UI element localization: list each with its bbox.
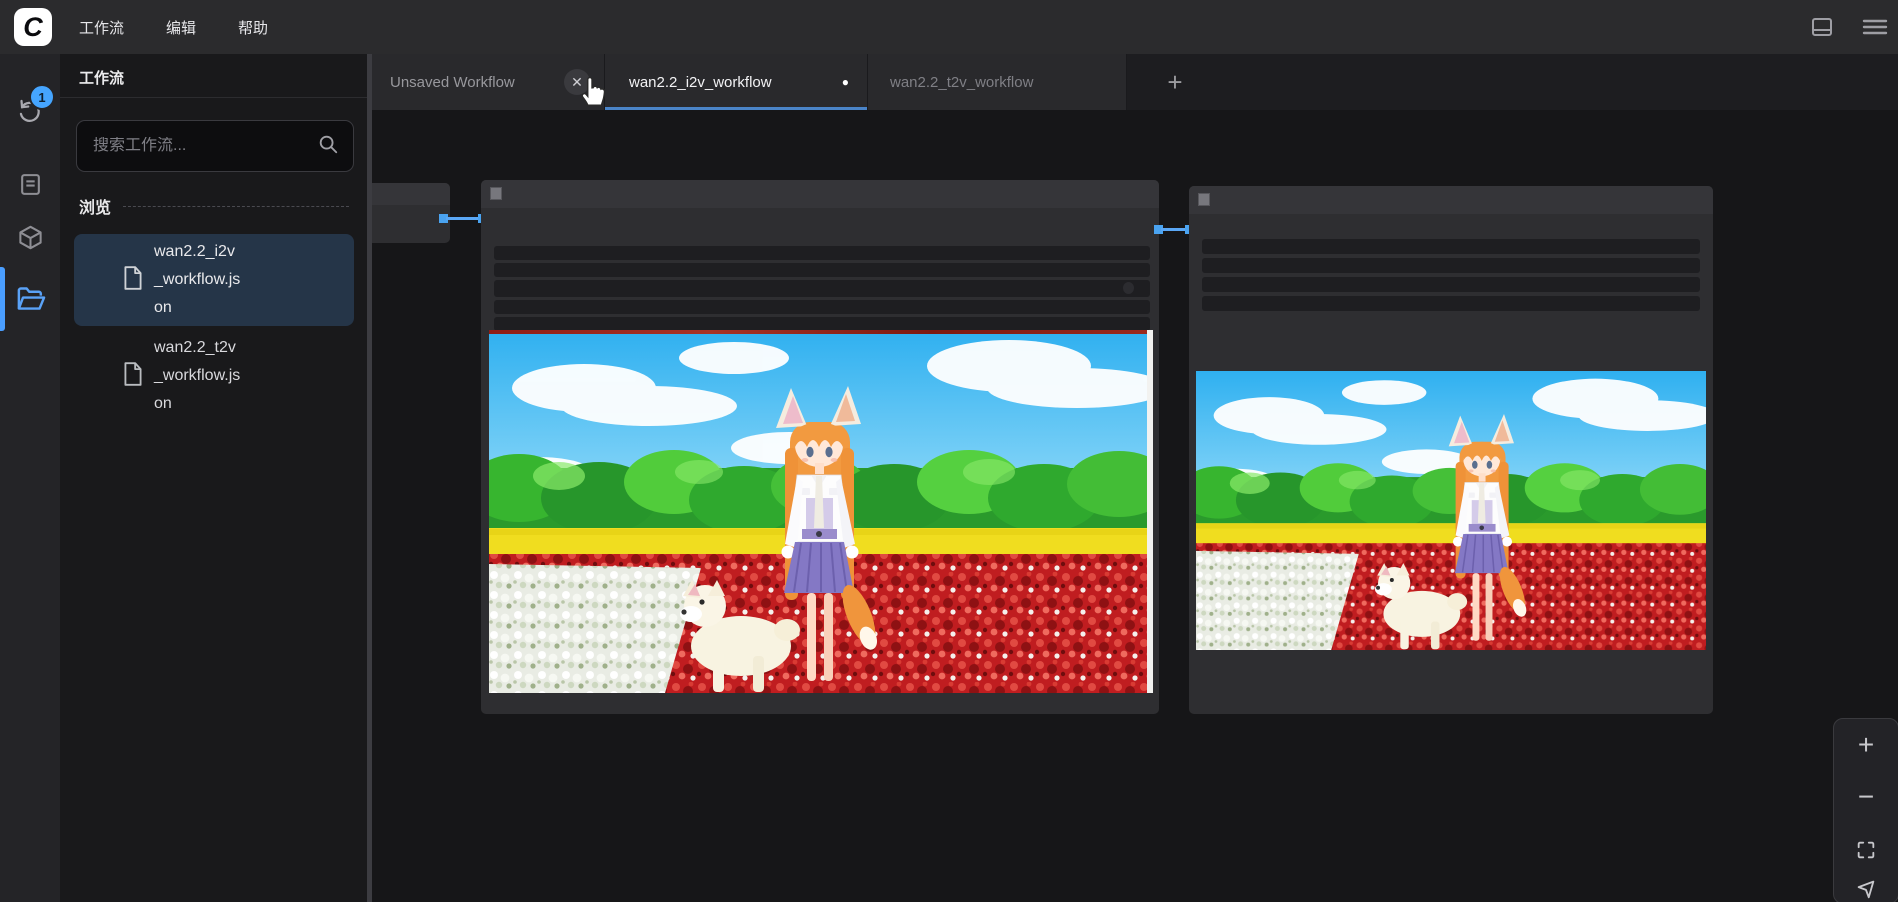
file-name: wan2.2_i2v _workflow.js on xyxy=(154,238,240,322)
sidebar-rail: 1 xyxy=(0,54,60,902)
rail-item-node-library[interactable] xyxy=(0,156,60,212)
tab-label: wan2.2_t2v_workflow xyxy=(890,74,1033,91)
menu-help[interactable]: 帮助 xyxy=(238,17,268,38)
plus-icon: + xyxy=(1167,67,1182,98)
browse-section-label: 浏览 xyxy=(79,194,111,218)
canvas-controls: + − xyxy=(1833,718,1898,902)
widget-dot xyxy=(1123,282,1134,294)
close-tab-button[interactable]: ✕ xyxy=(564,69,590,95)
file-name: wan2.2_t2v _workflow.js on xyxy=(154,334,240,418)
node-library-icon xyxy=(18,172,43,197)
close-icon: ✕ xyxy=(571,74,583,91)
zoom-out-button[interactable]: − xyxy=(1834,771,1898,823)
workflows-panel: 工作流 浏览 wan2.2_i2v _workflow.js on xyxy=(60,54,367,902)
comfyui-window: C 工作流 编辑 帮助 1 xyxy=(0,0,1898,902)
hamburger-menu-icon[interactable] xyxy=(1862,15,1888,39)
select-mode-button[interactable] xyxy=(1834,876,1898,902)
tab-t2v-workflow[interactable]: wan2.2_t2v_workflow xyxy=(868,54,1127,110)
search-icon xyxy=(317,133,339,160)
cube-icon xyxy=(17,224,44,251)
search-input[interactable] xyxy=(77,137,317,155)
workflow-file-t2v[interactable]: wan2.2_t2v _workflow.js on xyxy=(74,330,354,422)
widget-row[interactable] xyxy=(1202,239,1700,254)
comfyui-logo[interactable]: C xyxy=(14,8,52,46)
queue-badge: 1 xyxy=(29,84,55,110)
tab-unsaved-workflow[interactable]: Unsaved Workflow ✕ xyxy=(372,54,605,110)
workflow-file-i2v[interactable]: wan2.2_i2v _workflow.js on xyxy=(74,234,354,326)
browse-section: 浏览 xyxy=(79,194,349,218)
zoom-in-button[interactable]: + xyxy=(1834,719,1898,771)
widget-row[interactable] xyxy=(494,300,1150,314)
widget-row[interactable] xyxy=(1202,296,1700,311)
panel-title: 工作流 xyxy=(79,67,124,88)
workflow-tab-bar: Unsaved Workflow ✕ wan2.2_i2v_workflow ●… xyxy=(372,54,1898,110)
widget-row[interactable] xyxy=(494,263,1150,277)
menu-edit[interactable]: 编辑 xyxy=(166,17,196,38)
preview-image xyxy=(489,330,1153,693)
menu-bar: C 工作流 编辑 帮助 xyxy=(0,0,1898,54)
collapse-icon[interactable] xyxy=(1198,193,1210,206)
widget-row[interactable] xyxy=(494,280,1150,297)
cursor-arrow-icon xyxy=(1855,878,1877,900)
node-header[interactable] xyxy=(1189,186,1713,214)
panel-divider xyxy=(60,97,367,98)
widget-row[interactable] xyxy=(1202,258,1700,273)
rail-item-queue[interactable]: 1 xyxy=(0,82,60,138)
node-video-preview-2[interactable] xyxy=(1189,186,1713,714)
node-header[interactable] xyxy=(372,183,450,205)
rail-item-workflows[interactable] xyxy=(0,271,60,327)
workflow-search[interactable] xyxy=(76,120,354,172)
tab-label: Unsaved Workflow xyxy=(390,74,515,91)
widget-row[interactable] xyxy=(1202,277,1700,292)
new-workflow-button[interactable]: + xyxy=(1147,54,1203,110)
fit-view-icon xyxy=(1855,839,1877,861)
tab-i2v-workflow[interactable]: wan2.2_i2v_workflow ● xyxy=(605,54,868,110)
node-video-preview-1[interactable] xyxy=(481,180,1159,714)
folder-open-icon xyxy=(15,284,46,315)
node-partial[interactable] xyxy=(372,183,450,243)
node-header[interactable] xyxy=(481,180,1159,208)
frame-artifact xyxy=(489,330,1153,334)
collapse-icon[interactable] xyxy=(490,187,502,200)
bottom-panel-toggle-icon[interactable] xyxy=(1810,15,1834,39)
unsaved-dot: ● xyxy=(842,75,849,89)
widget-row[interactable] xyxy=(494,246,1150,260)
file-icon xyxy=(122,265,144,296)
widget-row[interactable] xyxy=(494,317,1150,331)
sidebar-resize-handle[interactable] xyxy=(367,54,372,902)
fit-view-button[interactable] xyxy=(1834,824,1898,876)
preview-image xyxy=(1196,371,1706,650)
section-divider xyxy=(123,206,349,207)
active-tab-underline xyxy=(605,107,867,110)
rail-item-model-library[interactable] xyxy=(0,209,60,265)
link-wire xyxy=(446,217,482,220)
menu-workflow[interactable]: 工作流 xyxy=(79,17,124,38)
frame-artifact xyxy=(1147,330,1153,693)
tab-label: wan2.2_i2v_workflow xyxy=(629,74,772,91)
file-icon xyxy=(122,361,144,392)
